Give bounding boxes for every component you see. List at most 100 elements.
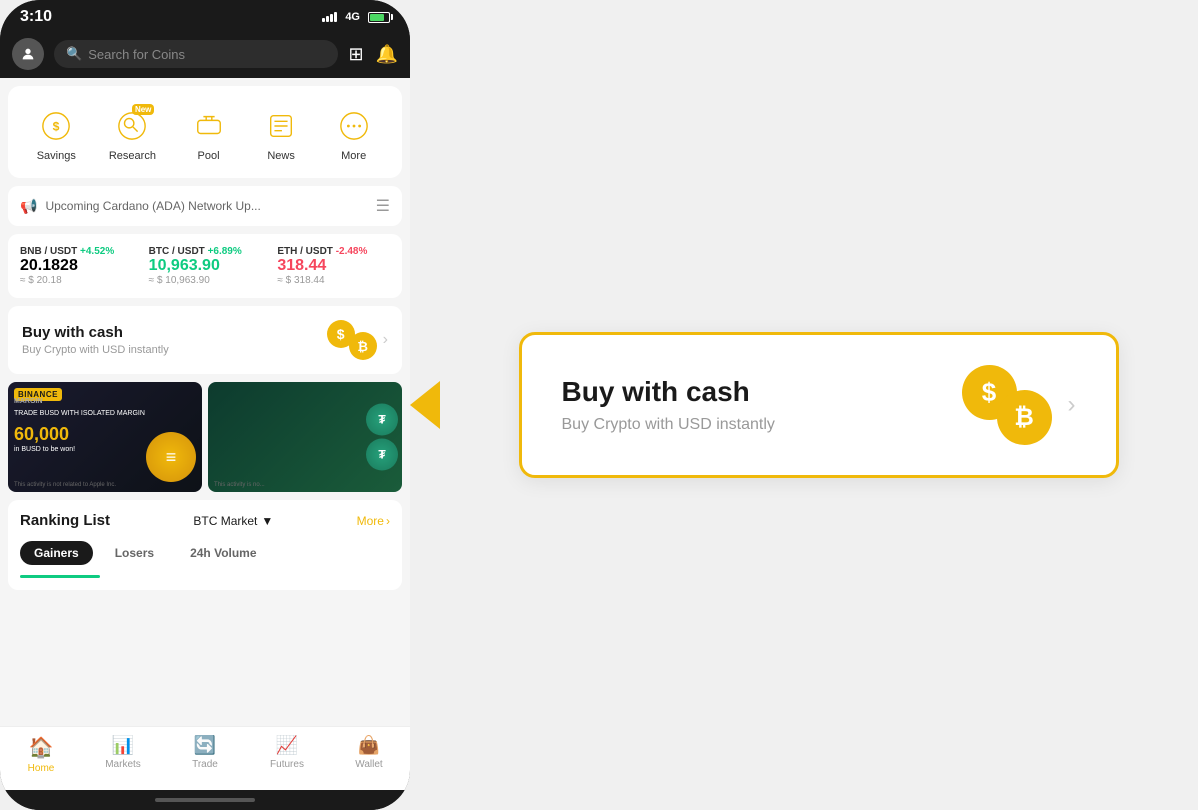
- eth-pair: ETH / USDT -2.48%: [277, 246, 390, 257]
- eth-ticker[interactable]: ETH / USDT -2.48% 318.44 ≈ $ 318.44: [277, 246, 390, 286]
- home-bar: [155, 798, 255, 802]
- btc-ticker[interactable]: BTC / USDT +6.89% 10,963.90 ≈ $ 10,963.9…: [149, 246, 262, 286]
- ranking-header: Ranking List BTC Market ▼ More ›: [20, 512, 390, 529]
- home-indicator: [0, 790, 410, 810]
- enlarged-text: Buy with cash Buy Crypto with USD instan…: [562, 376, 775, 434]
- eth-usd: ≈ $ 318.44: [277, 275, 390, 286]
- search-icon: 🔍: [66, 46, 82, 62]
- nav-markets[interactable]: 📊 Markets: [93, 735, 153, 774]
- quick-actions-card: $ Savings New Research: [8, 86, 402, 178]
- large-coin-icons: $ ₿: [962, 365, 1052, 445]
- battery-icon: [368, 12, 390, 23]
- more-label: More: [341, 150, 366, 162]
- bnb-pair: BNB / USDT +4.52%: [20, 246, 133, 257]
- savings-action[interactable]: $ Savings: [36, 106, 76, 162]
- promo-banner-tether[interactable]: ₮ ₮ This activity is no...: [208, 382, 402, 492]
- callout-arrow: [410, 381, 439, 429]
- search-bar[interactable]: 🔍 Search for Coins: [54, 40, 338, 68]
- right-panel: Buy with cash Buy Crypto with USD instan…: [439, 292, 1198, 518]
- bell-icon[interactable]: 🔔: [376, 44, 398, 65]
- search-placeholder: Search for Coins: [88, 47, 185, 62]
- savings-label: Savings: [37, 150, 76, 162]
- enlarged-right: $ ₿ ›: [962, 365, 1076, 445]
- list-icon: ☰: [376, 196, 390, 216]
- bnb-price: 20.1828: [20, 257, 133, 275]
- promo-banner-binance[interactable]: BINANCE MARGIN TRADE BUSD WITH ISOLATED …: [8, 382, 202, 492]
- news-action[interactable]: News: [261, 106, 301, 162]
- markets-label: Markets: [105, 759, 141, 770]
- bnb-usd: ≈ $ 20.18: [20, 275, 133, 286]
- arrow-shape: [410, 381, 440, 429]
- ranking-title: Ranking List: [20, 512, 110, 529]
- home-label: Home: [28, 763, 55, 774]
- buy-cash-right: $ ₿ ›: [327, 320, 388, 360]
- wallet-icon: 👜: [358, 735, 380, 756]
- nav-wallet[interactable]: 👜 Wallet: [339, 735, 399, 774]
- avatar[interactable]: [12, 38, 44, 70]
- scroll-indicator: [20, 575, 100, 578]
- large-arrow-right-icon: ›: [1068, 391, 1076, 419]
- more-icon: [334, 106, 374, 146]
- tether-disclaimer: This activity is no...: [214, 482, 396, 488]
- more-link: More: [357, 514, 384, 528]
- coin-icons: $ ₿: [327, 320, 377, 360]
- announcement-text: Upcoming Cardano (ADA) Network Up...: [45, 199, 260, 213]
- research-icon: New: [112, 106, 152, 146]
- more-action[interactable]: More: [334, 106, 374, 162]
- quick-actions-row: $ Savings New Research: [20, 98, 390, 166]
- signal-icon: [322, 12, 337, 22]
- home-icon: 🏠: [29, 735, 54, 760]
- nav-trade[interactable]: 🔄 Trade: [175, 735, 235, 774]
- losers-tab[interactable]: Losers: [101, 541, 168, 565]
- status-time: 3:10: [20, 8, 52, 26]
- announce-icon: 📢: [20, 198, 37, 215]
- phone-frame: 3:10 4G 🔍 Search for Coins ⊞ 🔔: [0, 0, 410, 810]
- ranking-section: Ranking List BTC Market ▼ More › Gainers…: [8, 500, 402, 590]
- btc-pair: BTC / USDT +6.89%: [149, 246, 262, 257]
- wallet-label: Wallet: [355, 759, 382, 770]
- ranking-tabs: Gainers Losers 24h Volume: [20, 541, 390, 565]
- enlarged-title: Buy with cash: [562, 376, 775, 408]
- research-label: Research: [109, 150, 156, 162]
- market-dropdown-icon: ▼: [261, 514, 273, 528]
- bitcoin-coin: ₿: [349, 332, 377, 360]
- pool-action[interactable]: Pool: [189, 106, 229, 162]
- promo-amount: 60,000: [14, 424, 69, 445]
- announcement-bar[interactable]: 📢 Upcoming Cardano (ADA) Network Up... ☰: [8, 186, 402, 226]
- svg-text:$: $: [53, 120, 60, 134]
- bottom-nav: 🏠 Home 📊 Markets 🔄 Trade 📈 Futures 👜 Wal…: [0, 726, 410, 790]
- bnb-ticker[interactable]: BNB / USDT +4.52% 20.1828 ≈ $ 20.18: [20, 246, 133, 286]
- enlarged-subtitle: Buy Crypto with USD instantly: [562, 416, 775, 434]
- btc-usd: ≈ $ 10,963.90: [149, 275, 262, 286]
- new-badge: New: [132, 104, 154, 115]
- ranking-market[interactable]: BTC Market ▼: [193, 514, 273, 528]
- tether-coins: ₮ ₮: [366, 404, 398, 471]
- status-bar: 3:10 4G: [0, 0, 410, 30]
- enlarged-buy-cash-card[interactable]: Buy with cash Buy Crypto with USD instan…: [519, 332, 1119, 478]
- nav-home[interactable]: 🏠 Home: [11, 735, 71, 774]
- market-label: BTC Market: [193, 514, 257, 528]
- buy-cash-card[interactable]: Buy with cash Buy Crypto with USD instan…: [8, 306, 402, 374]
- markets-icon: 📊: [112, 735, 134, 756]
- arrow-right-icon: ›: [383, 331, 388, 349]
- tether-coin-1: ₮: [366, 404, 398, 436]
- price-ticker: BNB / USDT +4.52% 20.1828 ≈ $ 20.18 BTC …: [8, 234, 402, 298]
- scan-icon[interactable]: ⊞: [348, 44, 363, 65]
- announcement-content: 📢 Upcoming Cardano (ADA) Network Up...: [20, 198, 261, 215]
- volume-tab[interactable]: 24h Volume: [176, 541, 270, 565]
- tether-coin-2: ₮: [366, 439, 398, 471]
- trade-text: TRADE BUSD WITH ISOLATED MARGIN: [14, 410, 145, 417]
- btc-price: 10,963.90: [149, 257, 262, 275]
- futures-label: Futures: [270, 759, 304, 770]
- nav-futures[interactable]: 📈 Futures: [257, 735, 317, 774]
- ranking-more[interactable]: More ›: [357, 514, 390, 528]
- buy-cash-text: Buy with cash Buy Crypto with USD instan…: [22, 324, 169, 356]
- promo-banners: BINANCE MARGIN TRADE BUSD WITH ISOLATED …: [8, 382, 402, 492]
- gainers-tab[interactable]: Gainers: [20, 541, 93, 565]
- buy-cash-subtitle: Buy Crypto with USD instantly: [22, 344, 169, 356]
- more-arrow-icon: ›: [386, 514, 390, 528]
- top-nav: 🔍 Search for Coins ⊞ 🔔: [0, 30, 410, 78]
- research-action[interactable]: New Research: [109, 106, 156, 162]
- trade-label: Trade: [192, 759, 218, 770]
- status-icons: 4G: [322, 11, 390, 23]
